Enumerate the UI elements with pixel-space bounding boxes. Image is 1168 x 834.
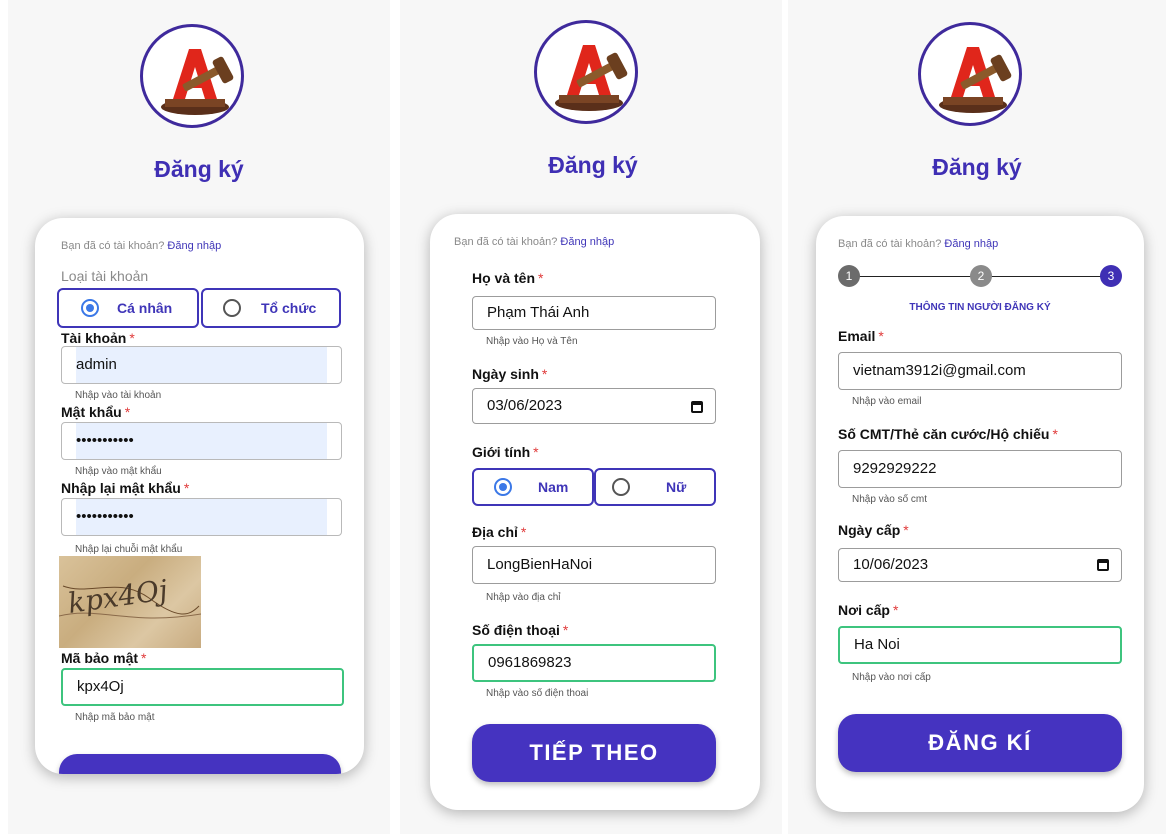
captcha-input[interactable]: kpx4Oj <box>61 668 344 706</box>
address-hint: Nhập vào địa chỉ <box>486 592 561 603</box>
id-number-label: Số CMT/Thẻ căn cước/Hộ chiếu * <box>838 426 1058 442</box>
address-input[interactable]: LongBienHaNoi <box>472 546 716 584</box>
register-card: Bạn đã có tài khoản? Đăng nhập 1 2 3 THÔ… <box>816 216 1144 812</box>
gavel-logo-icon <box>140 24 244 128</box>
page-title: Đăng ký <box>154 156 244 182</box>
username-label: Tài khoản * <box>61 330 135 346</box>
fullname-hint: Nhập vào Họ và Tên <box>486 336 578 347</box>
step-1: 1 <box>838 265 860 287</box>
radio-checked-icon <box>81 299 99 317</box>
dob-date-input[interactable]: 03/06/2023 <box>472 388 716 424</box>
password-input[interactable]: ••••••••••• <box>61 422 342 460</box>
have-account-text: Bạn đã có tài khoản? Đăng nhập <box>454 236 615 248</box>
gavel-logo-icon <box>534 20 638 124</box>
account-type-organization[interactable]: Tổ chức <box>201 288 341 328</box>
fullname-input[interactable]: Phạm Thái Anh <box>472 296 716 330</box>
gavel-logo-icon <box>918 22 1022 126</box>
address-label: Địa chỉ * <box>472 524 527 540</box>
email-label: Email * <box>838 328 884 344</box>
have-account-text: Bạn đã có tài khoản? Đăng nhập <box>61 240 222 252</box>
captcha-hint: Nhập mã bảo mật <box>75 712 155 723</box>
account-type-individual[interactable]: Cá nhân <box>57 288 199 328</box>
radio-unchecked-icon <box>223 299 241 317</box>
next-button[interactable]: TIẾP THEO <box>472 724 716 782</box>
issue-place-input[interactable]: Ha Noi <box>838 626 1122 664</box>
page-title: Đăng ký <box>932 154 1022 180</box>
issue-date-label: Ngày cấp * <box>838 522 909 538</box>
captcha-image: kpx4Oj <box>59 556 201 648</box>
password-hint: Nhập vào mật khẩu <box>75 466 162 477</box>
confirm-password-input[interactable]: ••••••••••• <box>61 498 342 536</box>
register-card: Bạn đã có tài khoản? Đăng nhập Họ và tên… <box>430 214 760 810</box>
phone-input[interactable]: 0961869823 <box>472 644 716 682</box>
email-hint: Nhập vào email <box>852 396 922 407</box>
gender-label: Giới tính * <box>472 444 539 460</box>
confirm-password-label: Nhập lại mật khẩu * <box>61 480 190 496</box>
account-type-label: Loại tài khoản <box>61 268 149 284</box>
gender-male[interactable]: Nam <box>472 468 594 506</box>
dob-label: Ngày sinh * <box>472 366 548 382</box>
step-2: 2 <box>970 265 992 287</box>
radio-unchecked-icon <box>612 478 630 496</box>
step-title: THÔNG TIN NGƯỜI ĐĂNG KÝ <box>909 302 1051 313</box>
username-hint: Nhập vào tài khoản <box>75 390 162 401</box>
captcha-label: Mã bảo mật * <box>61 650 147 666</box>
register-step3-screen: Đăng ký Bạn đã có tài khoản? Đăng nhập 1… <box>788 0 1166 834</box>
have-account-text: Bạn đã có tài khoản? Đăng nhập <box>838 238 999 250</box>
login-link[interactable]: Đăng nhập <box>167 240 221 252</box>
password-label: Mật khẩu * <box>61 404 131 420</box>
email-input[interactable]: vietnam3912i@gmail.com <box>838 352 1122 390</box>
phone-hint: Nhập vào số điện thoai <box>486 688 589 699</box>
step-3-active: 3 <box>1100 265 1122 287</box>
login-link[interactable]: Đăng nhập <box>560 236 614 248</box>
calendar-icon[interactable] <box>1097 559 1109 571</box>
calendar-icon[interactable] <box>691 401 703 413</box>
register-step2-screen: Đăng ký Bạn đã có tài khoản? Đăng nhập H… <box>400 0 782 834</box>
id-number-input[interactable]: 9292929222 <box>838 450 1122 488</box>
issue-date-input[interactable]: 10/06/2023 <box>838 548 1122 582</box>
register-card: Bạn đã có tài khoản? Đăng nhập Loại tài … <box>35 218 364 774</box>
phone-label: Số điện thoại * <box>472 622 569 638</box>
fullname-label: Họ và tên * <box>472 270 544 286</box>
register-button[interactable]: ĐĂNG KÍ <box>838 714 1122 772</box>
confirm-password-hint: Nhập lại chuỗi mật khẩu <box>75 544 183 555</box>
gender-female[interactable]: Nữ <box>594 468 716 506</box>
radio-checked-icon <box>494 478 512 496</box>
issue-place-hint: Nhập vào nơi cấp <box>852 672 931 683</box>
svg-text:kpx4Oj: kpx4Oj <box>66 573 170 620</box>
next-button-partial[interactable] <box>59 754 341 774</box>
issue-place-label: Nơi cấp * <box>838 602 899 618</box>
login-link[interactable]: Đăng nhập <box>944 238 998 250</box>
username-input[interactable]: admin <box>61 346 342 384</box>
page-title: Đăng ký <box>548 152 638 178</box>
id-number-hint: Nhập vào số cmt <box>852 494 928 505</box>
register-step1-screen: Đăng ký Bạn đã có tài khoản? Đăng nhập L… <box>8 0 390 834</box>
